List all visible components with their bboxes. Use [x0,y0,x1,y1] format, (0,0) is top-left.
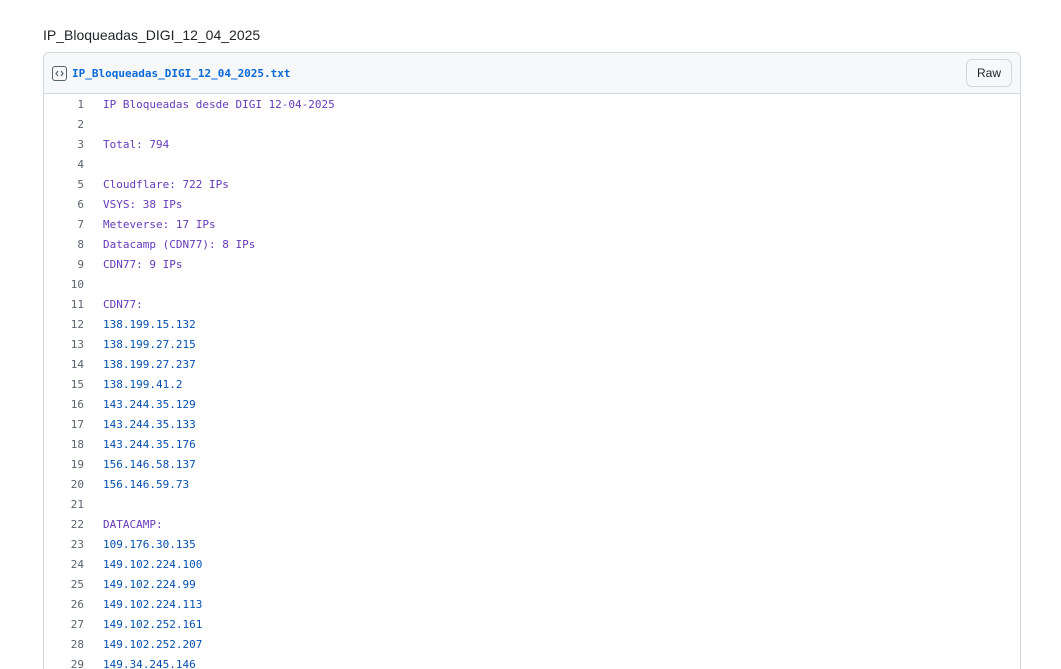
code-line: 24 149.102.224.100 [44,554,1020,574]
file-name-link[interactable]: IP_Bloqueadas_DIGI_12_04_2025.txt [72,67,291,80]
line-number[interactable]: 29 [44,658,84,669]
line-number[interactable]: 23 [44,538,84,551]
gist-title: IP_Bloqueadas_DIGI_12_04_2025 [43,27,261,43]
code-line: 17 143.244.35.133 [44,414,1020,434]
line-content: IP Bloqueadas desde DIGI 12-04-2025 [103,97,335,111]
line-number[interactable]: 5 [44,178,84,191]
code-line: 22 DATACAMP: [44,514,1020,534]
line-content: 138.199.15.132 [103,317,196,331]
code-line: 11 CDN77: [44,294,1020,314]
line-number[interactable]: 14 [44,358,84,371]
line-content: 149.34.245.146 [103,657,196,669]
line-number[interactable]: 17 [44,418,84,431]
line-content: CDN77: [103,297,143,311]
code-line: 14 138.199.27.237 [44,354,1020,374]
code-line: 1 IP Bloqueadas desde DIGI 12-04-2025 [44,94,1020,114]
line-content: 149.102.224.113 [103,597,203,611]
code-line: 29 149.34.245.146 [44,654,1020,669]
code-line: 3 Total: 794 [44,134,1020,154]
code-body: 1 IP Bloqueadas desde DIGI 12-04-2025 2 3 To… [44,94,1020,669]
line-number[interactable]: 2 [44,118,84,131]
line-number[interactable]: 26 [44,598,84,611]
line-number[interactable]: 3 [44,138,84,151]
line-content: 143.244.35.133 [103,417,196,431]
line-number[interactable]: 18 [44,438,84,451]
line-number[interactable]: 27 [44,618,84,631]
code-line: 5 Cloudflare: 722 IPs [44,174,1020,194]
code-line: 28 149.102.252.207 [44,634,1020,654]
line-content: CDN77: 9 IPs [103,257,183,271]
line-number[interactable]: 21 [44,498,84,511]
line-number[interactable]: 19 [44,458,84,471]
code-line: 25 149.102.224.99 [44,574,1020,594]
code-line: 10 [44,274,1020,294]
line-number[interactable]: 15 [44,378,84,391]
line-number[interactable]: 28 [44,638,84,651]
code-line: 12 138.199.15.132 [44,314,1020,334]
code-line: 26 149.102.224.113 [44,594,1020,614]
line-number[interactable]: 1 [44,98,84,111]
line-number[interactable]: 6 [44,198,84,211]
line-content: 143.244.35.129 [103,397,196,411]
line-number[interactable]: 11 [44,298,84,311]
line-content: 138.199.27.215 [103,337,196,351]
code-line: 6 VSYS: 38 IPs [44,194,1020,214]
line-number[interactable]: 16 [44,398,84,411]
line-number[interactable]: 13 [44,338,84,351]
line-content: 149.102.252.161 [103,617,203,631]
code-line: 18 143.244.35.176 [44,434,1020,454]
code-line: 2 [44,114,1020,134]
file-header: IP_Bloqueadas_DIGI_12_04_2025.txt Raw [44,53,1020,94]
line-content: 149.102.252.207 [103,637,203,651]
line-content: 149.102.224.100 [103,557,203,571]
line-content: 156.146.59.73 [103,477,190,491]
line-content: 149.102.224.99 [103,577,196,591]
line-content: VSYS: 38 IPs [103,197,183,211]
code-line: 27 149.102.252.161 [44,614,1020,634]
line-content: 143.244.35.176 [103,437,196,451]
code-line: 16 143.244.35.129 [44,394,1020,414]
line-content: Cloudflare: 722 IPs [103,177,229,191]
code-line: 20 156.146.59.73 [44,474,1020,494]
code-line: 9 CDN77: 9 IPs [44,254,1020,274]
line-number[interactable]: 24 [44,558,84,571]
line-number[interactable]: 20 [44,478,84,491]
line-number[interactable]: 8 [44,238,84,251]
code-line: 15 138.199.41.2 [44,374,1020,394]
line-number[interactable]: 25 [44,578,84,591]
code-line: 8 Datacamp (CDN77): 8 IPs [44,234,1020,254]
line-content: 138.199.41.2 [103,377,183,391]
line-content: 109.176.30.135 [103,537,196,551]
raw-button[interactable]: Raw [965,59,1012,87]
line-number[interactable]: 10 [44,278,84,291]
line-number[interactable]: 4 [44,158,84,171]
code-line: 13 138.199.27.215 [44,334,1020,354]
line-content: Total: 794 [103,137,170,151]
code-line: 4 [44,154,1020,174]
line-content: Meteverse: 17 IPs [103,217,216,231]
line-content: DATACAMP: [103,517,163,531]
code-line: 7 Meteverse: 17 IPs [44,214,1020,234]
line-number[interactable]: 22 [44,518,84,531]
line-number[interactable]: 7 [44,218,84,231]
line-content: 156.146.58.137 [103,457,196,471]
code-line: 23 109.176.30.135 [44,534,1020,554]
file-box: IP_Bloqueadas_DIGI_12_04_2025.txt Raw 1 I… [43,52,1021,669]
line-number[interactable]: 9 [44,258,84,271]
code-line: 21 [44,494,1020,514]
code-square-icon [52,65,67,81]
line-number[interactable]: 12 [44,318,84,331]
code-line: 19 156.146.58.137 [44,454,1020,474]
line-content: 138.199.27.237 [103,357,196,371]
line-content: Datacamp (CDN77): 8 IPs [103,237,256,251]
